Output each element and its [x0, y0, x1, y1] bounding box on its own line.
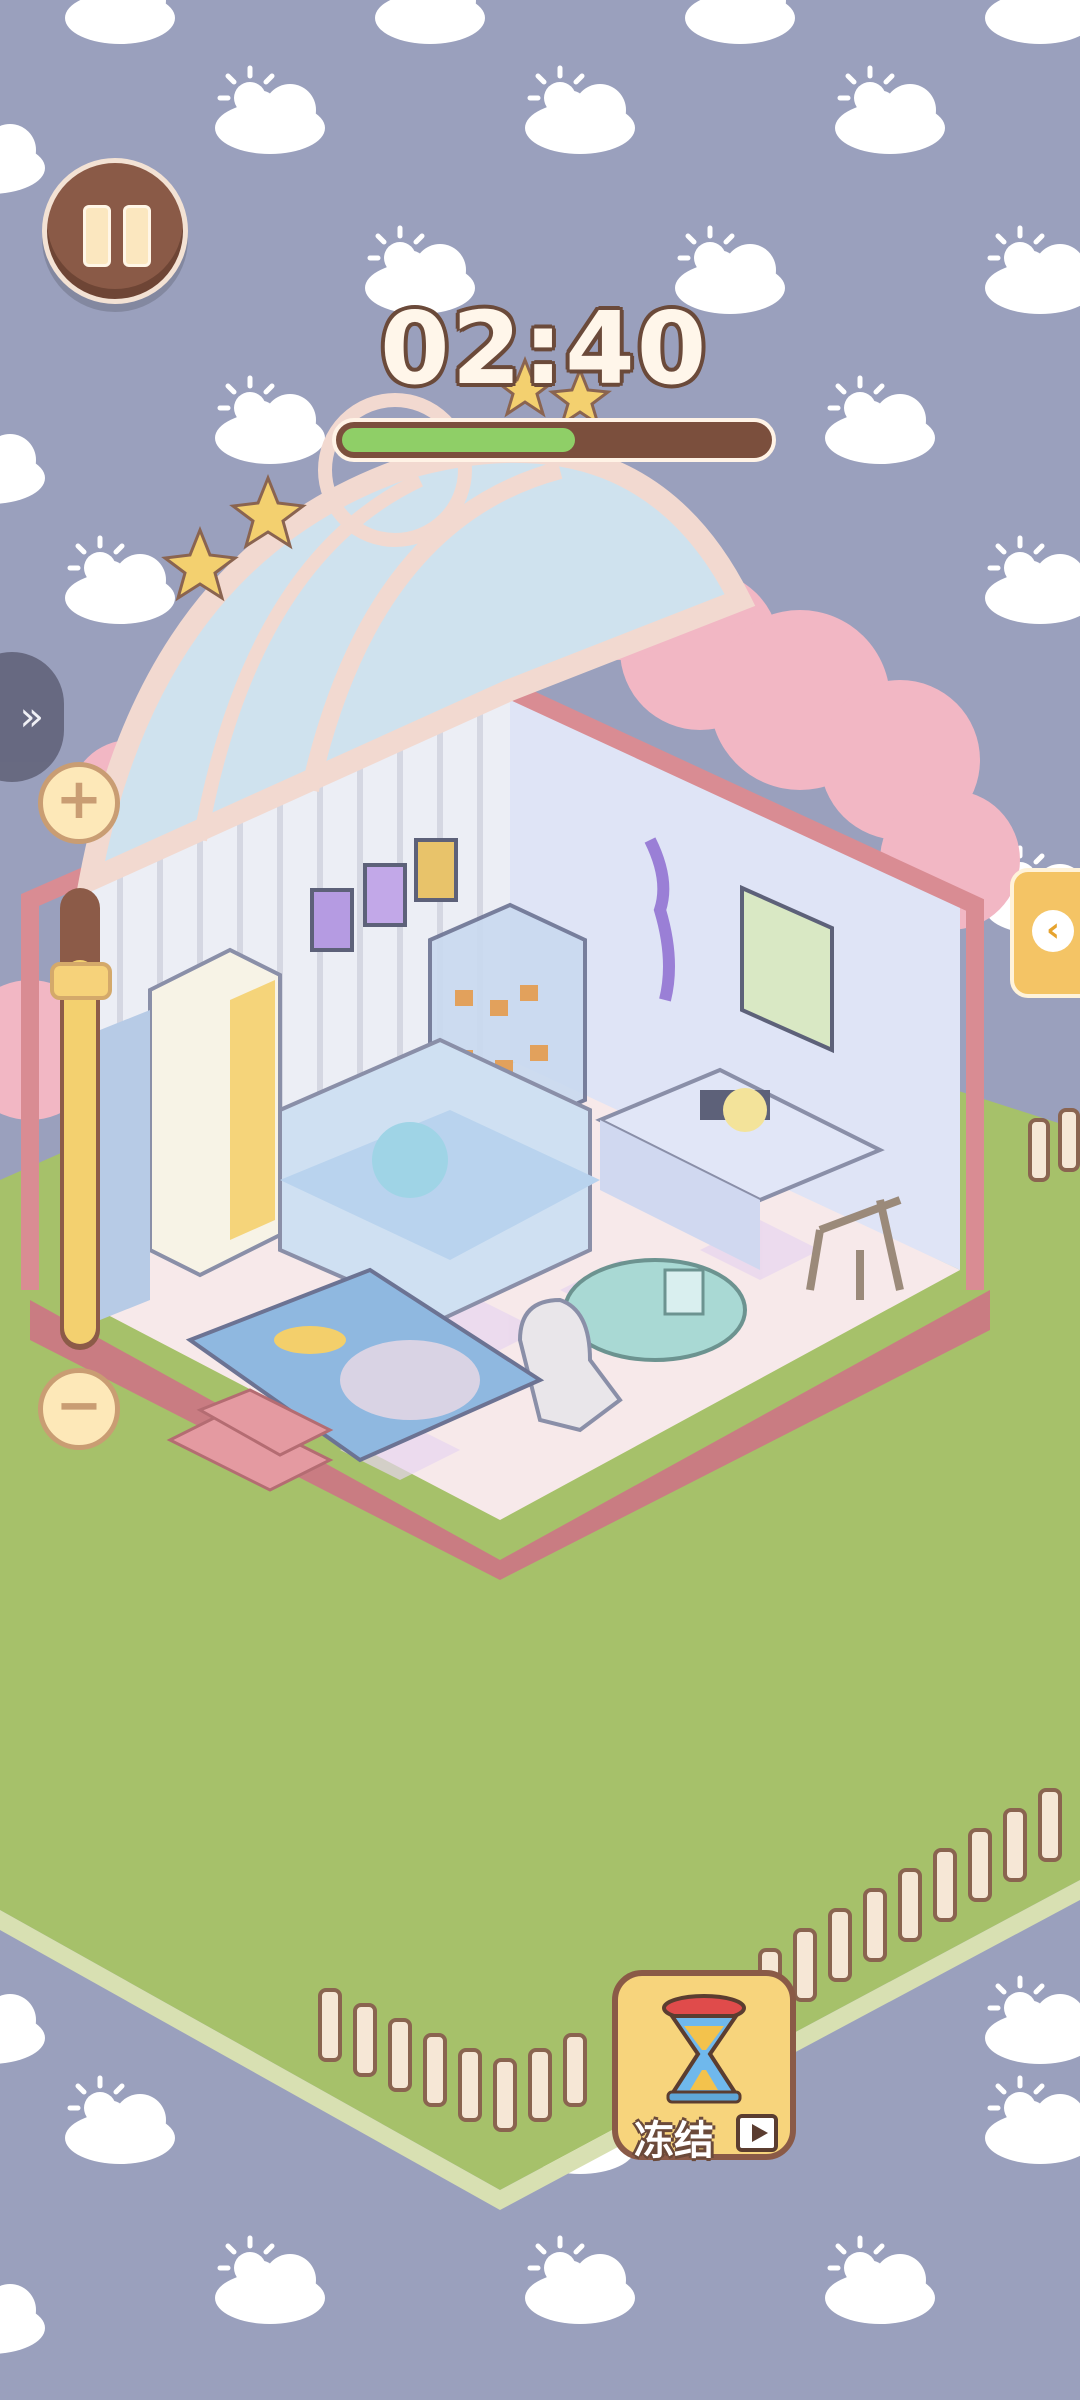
- back-arrow-icon: ‹: [1032, 910, 1074, 952]
- zoom-out-button[interactable]: −: [38, 1368, 120, 1450]
- zoom-slider-fill: [64, 960, 96, 1344]
- back-button[interactable]: ‹: [1010, 868, 1080, 998]
- video-ad-icon: [736, 2114, 778, 2152]
- round-side-table: [563, 1258, 747, 1362]
- zoom-slider-handle[interactable]: [50, 962, 112, 1000]
- countdown-timer: 02:40: [380, 290, 709, 407]
- time-progress-bar: [332, 418, 776, 462]
- freeze-powerup-button[interactable]: 冻结: [612, 1970, 796, 2164]
- chevron-right-icon: »: [19, 694, 44, 740]
- pause-button[interactable]: [42, 158, 188, 304]
- plus-icon: +: [55, 767, 103, 832]
- hourglass-icon: [662, 1994, 746, 2104]
- freeze-label: 冻结: [634, 2118, 714, 2164]
- time-progress-fill: [342, 428, 575, 452]
- zoom-in-button[interactable]: +: [38, 762, 120, 844]
- minus-icon: −: [55, 1373, 103, 1438]
